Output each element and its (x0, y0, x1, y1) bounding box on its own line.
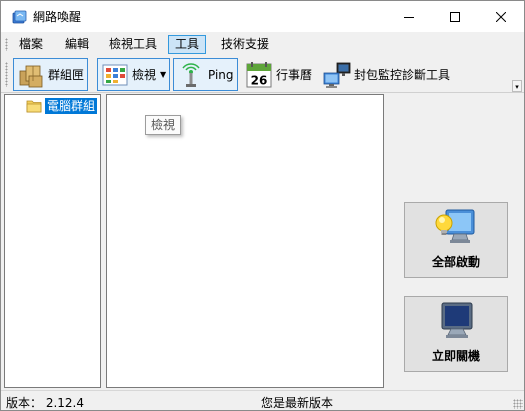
menu-grip[interactable] (5, 38, 8, 51)
computer-bulb-icon (435, 209, 475, 243)
window-title: 網路喚醒 (33, 10, 82, 24)
update-status-text: 您是最新版本 (261, 396, 334, 410)
view-grid-icon (102, 64, 128, 85)
resize-grip[interactable] (513, 399, 523, 409)
calendar-day: 26 (251, 73, 268, 87)
toolbar: 群組匣 檢視 ▼ Ping 26 行事曆 封包監控診斷工具 ▾ (1, 56, 524, 93)
menu-file[interactable]: 檔案 (12, 35, 50, 54)
status-bar: 版本： 2.12.4 您是最新版本 (1, 390, 524, 410)
shutdown-button[interactable]: 立即關機 (404, 296, 508, 372)
tree-node-label: 電腦群組 (45, 98, 98, 114)
toolbar-grip[interactable] (5, 62, 8, 87)
calendar-icon: 26 (246, 61, 272, 87)
version-text: 版本： 2.12.4 (6, 396, 84, 410)
toolbar-overflow-button[interactable]: ▾ (512, 80, 522, 92)
wake-all-label: 全部啟動 (431, 255, 480, 269)
maximize-button[interactable] (432, 1, 478, 32)
antenna-icon (182, 62, 200, 87)
menu-bar: 檔案 編輯 檢視工具 工具 技術支援 (1, 33, 524, 55)
app-icon (12, 10, 27, 24)
app-window: 網路喚醒 檔案 編輯 檢視工具 工具 技術支援 群組匣 檢視 ▼ Ping 26… (0, 0, 525, 411)
chevron-down-icon[interactable]: ▼ (160, 70, 166, 79)
computer-icon (441, 302, 473, 338)
group-tray-button[interactable]: 群組匣 (13, 58, 89, 91)
menu-view-tools[interactable]: 檢視工具 (102, 35, 164, 54)
network-monitor-icon (323, 62, 351, 88)
close-icon (496, 11, 506, 22)
packet-monitor-label: 封包監控診斷工具 (354, 68, 451, 82)
title-bar[interactable]: 網路喚醒 (1, 1, 524, 32)
menu-tools[interactable]: 工具 (168, 35, 207, 54)
tree-node-computer-group[interactable]: 電腦群組 (26, 98, 98, 114)
ping-button[interactable]: Ping (173, 58, 238, 91)
view-label: 檢視 (132, 68, 157, 82)
view-tooltip: 檢視 (145, 115, 182, 135)
menu-support[interactable]: 技術支援 (214, 35, 276, 54)
packet-monitor-button[interactable]: 封包監控診斷工具 (319, 58, 454, 91)
folder-icon (26, 100, 42, 113)
close-button[interactable] (478, 1, 524, 32)
minimize-button[interactable] (386, 1, 432, 32)
minimize-icon (404, 16, 414, 18)
boxes-icon (19, 65, 43, 87)
calendar-button[interactable]: 26 行事曆 (241, 58, 316, 91)
view-button[interactable]: 檢視 ▼ (97, 58, 171, 91)
menu-edit[interactable]: 編輯 (58, 35, 96, 54)
group-tray-label: 群組匣 (48, 68, 85, 82)
calendar-label: 行事曆 (276, 68, 313, 82)
shutdown-label: 立即關機 (431, 349, 480, 363)
group-tree[interactable]: 電腦群組 (4, 94, 101, 388)
maximize-icon (450, 11, 460, 22)
wake-all-button[interactable]: 全部啟動 (404, 202, 508, 278)
ping-label: Ping (208, 67, 234, 82)
computer-list[interactable]: 檢視 (106, 94, 384, 388)
